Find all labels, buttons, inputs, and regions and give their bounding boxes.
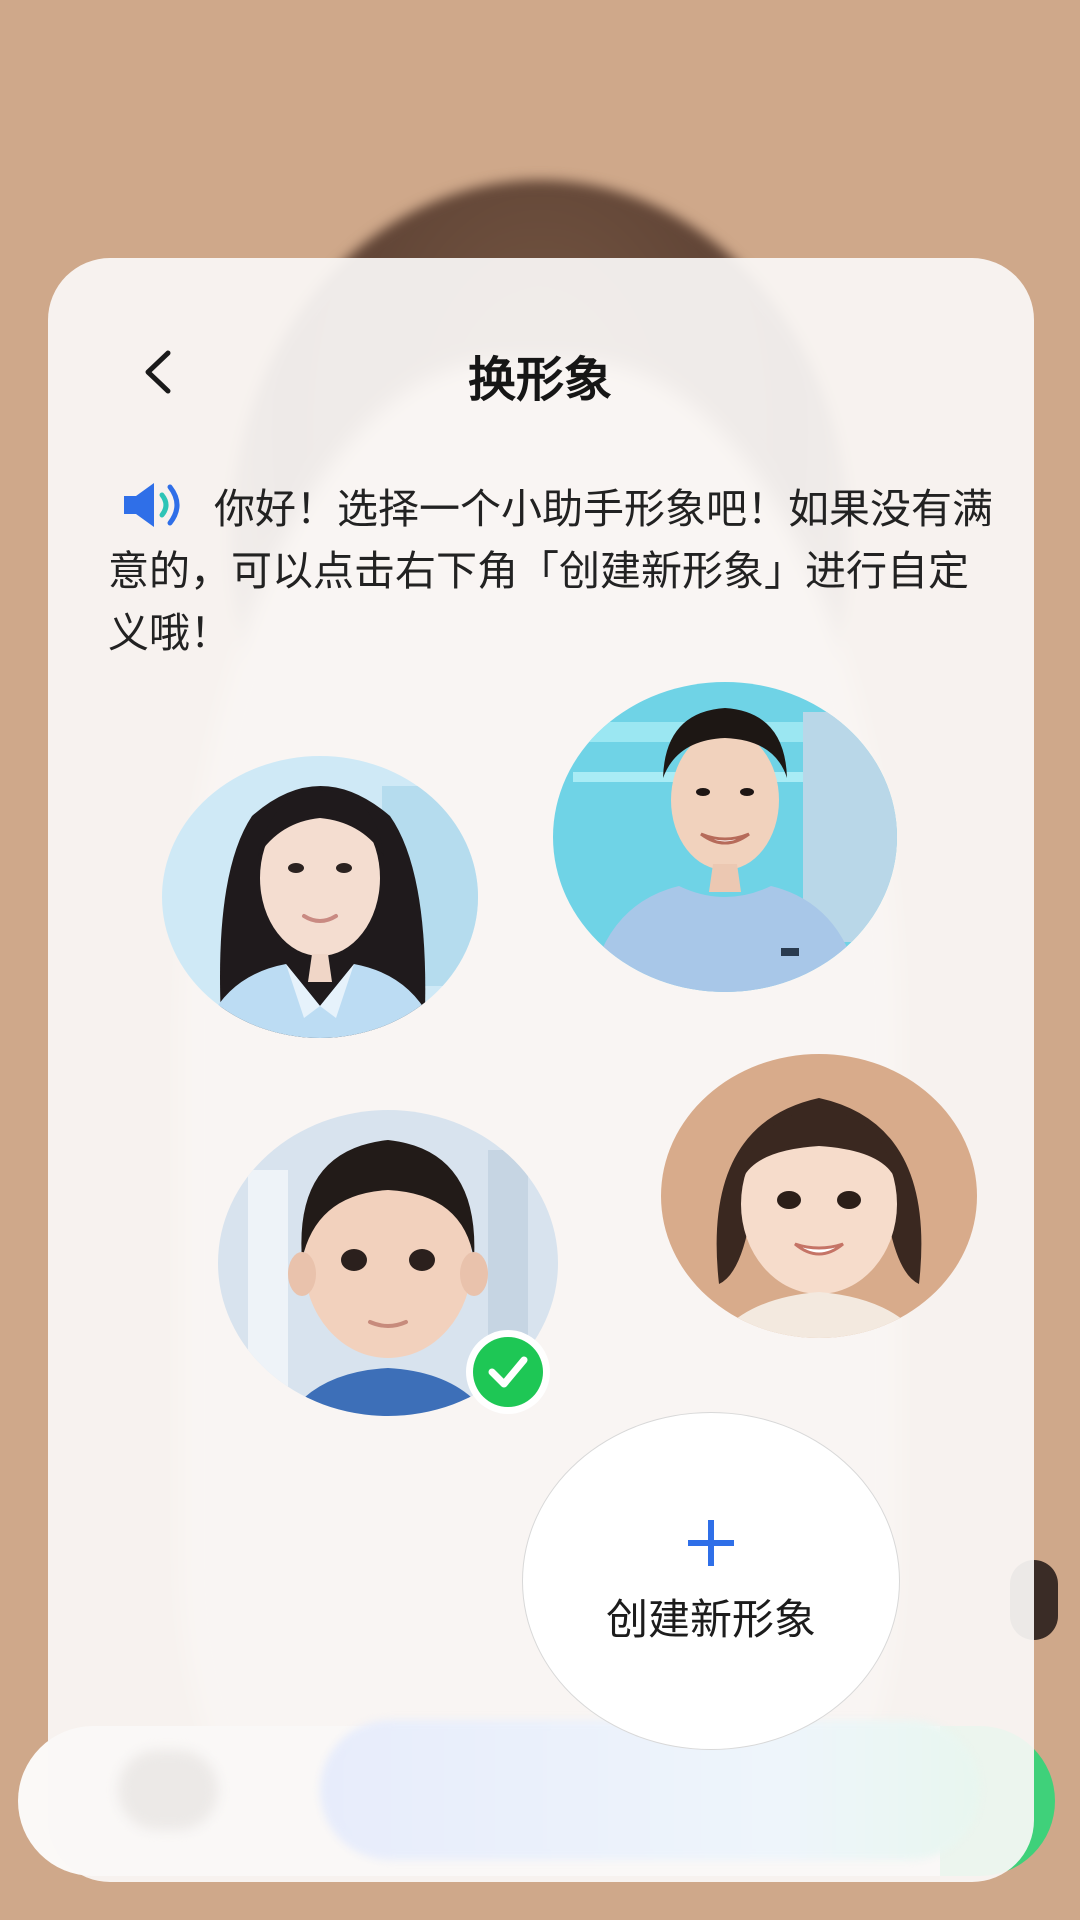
bottom-heart-icon <box>118 1750 218 1830</box>
page-title: 换形象 <box>467 352 612 408</box>
create-new-avatar-label: 创建新形象 <box>605 1594 816 1644</box>
avatar-little-girl[interactable] <box>661 1054 977 1338</box>
speaker-icon[interactable] <box>120 479 188 531</box>
checkmark-icon <box>488 1356 528 1388</box>
plus-icon <box>688 1519 734 1566</box>
create-new-avatar-button[interactable]: 创建新形象 <box>522 1412 900 1750</box>
avatar-young-woman[interactable] <box>162 756 478 1038</box>
avatar-young-man[interactable] <box>553 682 897 992</box>
intro-message: 你好！选择一个小助手形象吧！如果没有满意的，可以点击右下角「创建新形象」进行自定… <box>108 478 1008 664</box>
selected-badge <box>466 1330 550 1414</box>
intro-text: 你好！选择一个小助手形象吧！如果没有满意的，可以点击右下角「创建新形象」进行自定… <box>108 485 993 657</box>
